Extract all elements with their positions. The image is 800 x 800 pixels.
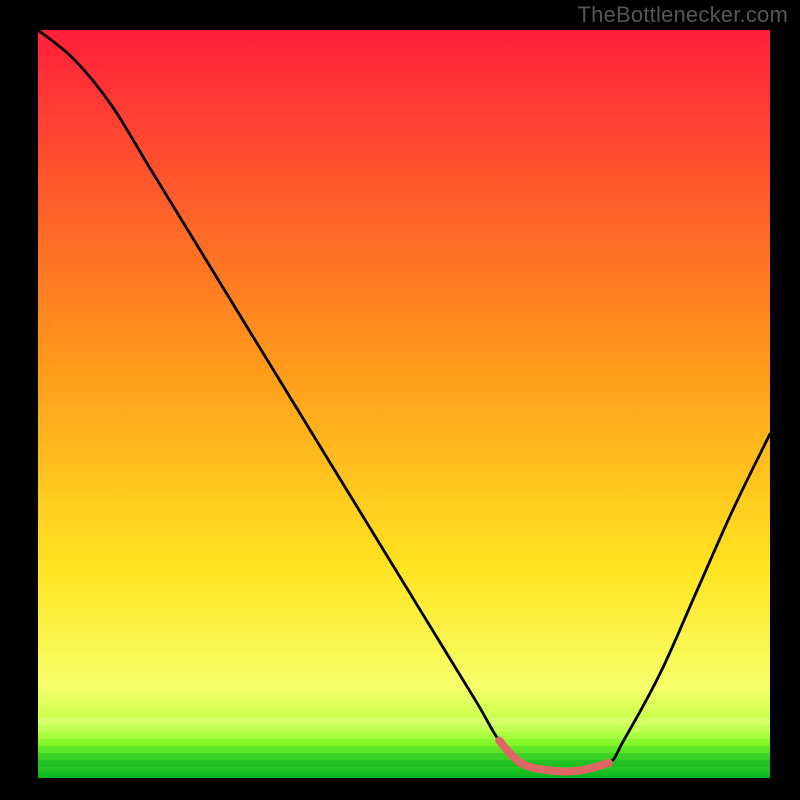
- attribution-text: TheBottlenecker.com: [578, 2, 788, 28]
- green-striations: [38, 718, 770, 767]
- chart-frame: TheBottlenecker.com: [0, 0, 800, 800]
- bottleneck-chart: [0, 0, 800, 800]
- plot-background: [38, 30, 770, 778]
